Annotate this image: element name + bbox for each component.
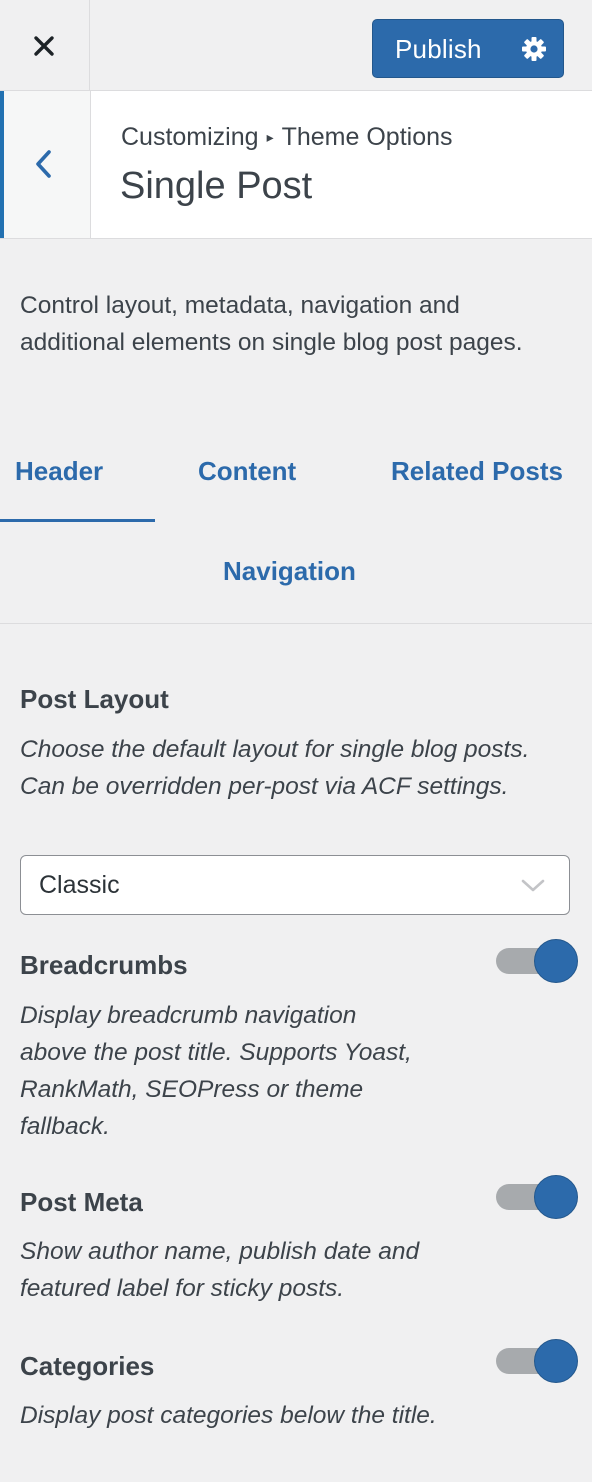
chevron-down-icon	[521, 879, 545, 892]
close-icon	[34, 36, 54, 56]
breadcrumb-parent: Customizing	[121, 123, 259, 151]
toggle-knob	[534, 1339, 578, 1383]
breadcrumb: Customizing ▸ Theme Options	[121, 123, 453, 152]
breadcrumbs-toggle[interactable]	[496, 939, 578, 983]
back-button[interactable]	[0, 91, 91, 238]
categories-toggle[interactable]	[496, 1339, 578, 1383]
breadcrumb-current: Theme Options	[281, 123, 453, 151]
categories-title: Categories	[20, 1351, 155, 1381]
post-layout-description: Choose the default layout for single blo…	[20, 736, 530, 800]
post-meta-title: Post Meta	[20, 1187, 143, 1217]
breadcrumbs-title: Breadcrumbs	[20, 950, 188, 980]
customizer-topbar: Publish	[0, 0, 592, 91]
chevron-left-icon	[36, 150, 51, 178]
tab-navigation[interactable]: Navigation	[223, 556, 356, 587]
section-description: Control layout, metadata, navigation and…	[20, 292, 523, 356]
post-layout-title: Post Layout	[20, 684, 169, 714]
section-header: Customizing ▸ Theme Options Single Post	[0, 91, 592, 239]
active-tab-indicator	[0, 519, 155, 522]
breadcrumbs-description: Display breadcrumb navigation above the …	[20, 1002, 412, 1140]
categories-description: Display post categories below the title.	[20, 1402, 437, 1429]
toggle-knob	[534, 1175, 578, 1219]
toggle-knob	[534, 939, 578, 983]
tab-header[interactable]: Header	[15, 456, 103, 487]
publish-label: Publish	[395, 34, 482, 64]
post-meta-description: Show author name, publish date and featu…	[20, 1238, 420, 1302]
tabs-divider	[0, 623, 592, 624]
breadcrumb-separator: ▸	[266, 129, 274, 145]
post-layout-selected-value: Classic	[39, 871, 120, 899]
post-layout-select[interactable]: Classic	[20, 855, 570, 915]
section-title: Single Post	[120, 165, 313, 207]
tab-content[interactable]: Content	[198, 456, 296, 487]
tab-related-posts[interactable]: Related Posts	[391, 456, 563, 487]
publish-button[interactable]: Publish	[372, 19, 564, 78]
gear-icon[interactable]	[521, 36, 547, 62]
close-button[interactable]	[0, 0, 90, 90]
post-meta-toggle[interactable]	[496, 1175, 578, 1219]
